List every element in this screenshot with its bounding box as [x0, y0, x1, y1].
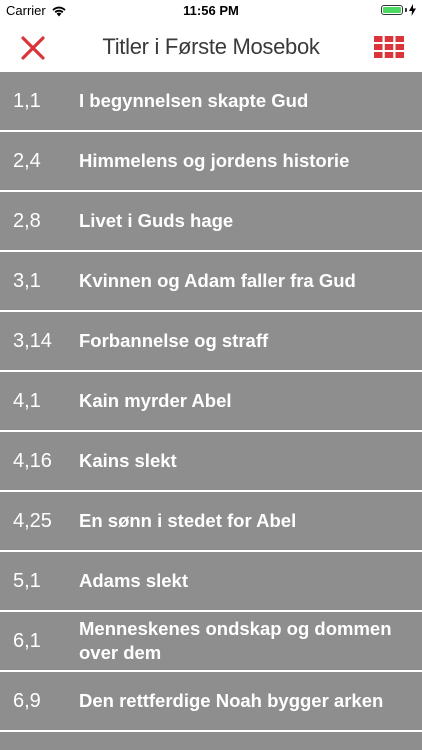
verse-reference: 6,1 [13, 630, 41, 652]
status-right [381, 4, 416, 16]
list-item[interactable]: 2,4 Himmelens og jordens historie [0, 132, 422, 192]
verse-reference: 4,25 [13, 510, 52, 532]
section-title: Kain myrder Abel [79, 390, 232, 411]
verse-reference: 4,16 [13, 450, 52, 472]
status-time: 11:56 PM [183, 3, 239, 18]
battery-tip [405, 8, 407, 12]
charging-bolt-icon [409, 4, 416, 16]
list-item[interactable]: 1,1 I begynnelsen skapte Gud [0, 72, 422, 132]
list-item[interactable]: 3,1 Kvinnen og Adam faller fra Gud [0, 252, 422, 312]
verse-reference: 3,14 [13, 330, 52, 352]
battery-icon [381, 5, 403, 15]
section-title: Kains slekt [79, 450, 177, 471]
section-title: Den rettferdige Noah bygger arken [79, 690, 384, 711]
section-title: Livet i Guds hage [79, 210, 234, 231]
grid-icon [374, 36, 404, 58]
close-x-icon [21, 36, 45, 60]
close-button[interactable] [20, 35, 46, 61]
section-title: Himmelens og jordens historie [79, 150, 350, 171]
section-title: Kvinnen og Adam faller fra Gud [79, 270, 356, 291]
verse-reference: 6,9 [13, 690, 41, 712]
list-item[interactable]: 3,14 Forbannelse og straff [0, 312, 422, 372]
battery-level [383, 7, 401, 13]
page-title: Titler i Første Mosebok [102, 34, 320, 59]
list-item[interactable]: 5,1 Adams slekt [0, 552, 422, 612]
verse-reference: 4,1 [13, 390, 41, 412]
verse-reference: 1,1 [13, 90, 41, 112]
verse-reference: 5,1 [13, 570, 41, 592]
titles-list: 1,1 I begynnelsen skapte Gud 2,4 Himmele… [0, 72, 422, 750]
verse-reference: 3,1 [13, 270, 41, 292]
status-bar: Carrier 11:56 PM [0, 0, 422, 22]
verse-reference: 2,8 [13, 210, 41, 232]
navigation-bar: Titler i Første Mosebok [0, 22, 422, 72]
list-item[interactable]: 4,16 Kains slekt [0, 432, 422, 492]
section-title: Adams slekt [79, 570, 188, 591]
section-title: Forbannelse og straff [79, 330, 269, 351]
verse-reference: 2,4 [13, 150, 41, 172]
grid-view-button[interactable] [374, 36, 404, 58]
section-title: En sønn i stedet for Abel [79, 510, 297, 531]
list-item[interactable]: 2,8 Livet i Guds hage [0, 192, 422, 252]
section-title: Menneskenes ondskap og dommen over dem [79, 618, 392, 663]
section-title: I begynnelsen skapte Gud [79, 90, 309, 111]
list-item-partial[interactable] [0, 732, 422, 750]
list-item[interactable]: 6,9 Den rettferdige Noah bygger arken [0, 672, 422, 732]
list-item[interactable]: 6,1 Menneskenes ondskap og dommen over d… [0, 612, 422, 672]
list-item[interactable]: 4,25 En sønn i stedet for Abel [0, 492, 422, 552]
list-item[interactable]: 4,1 Kain myrder Abel [0, 372, 422, 432]
